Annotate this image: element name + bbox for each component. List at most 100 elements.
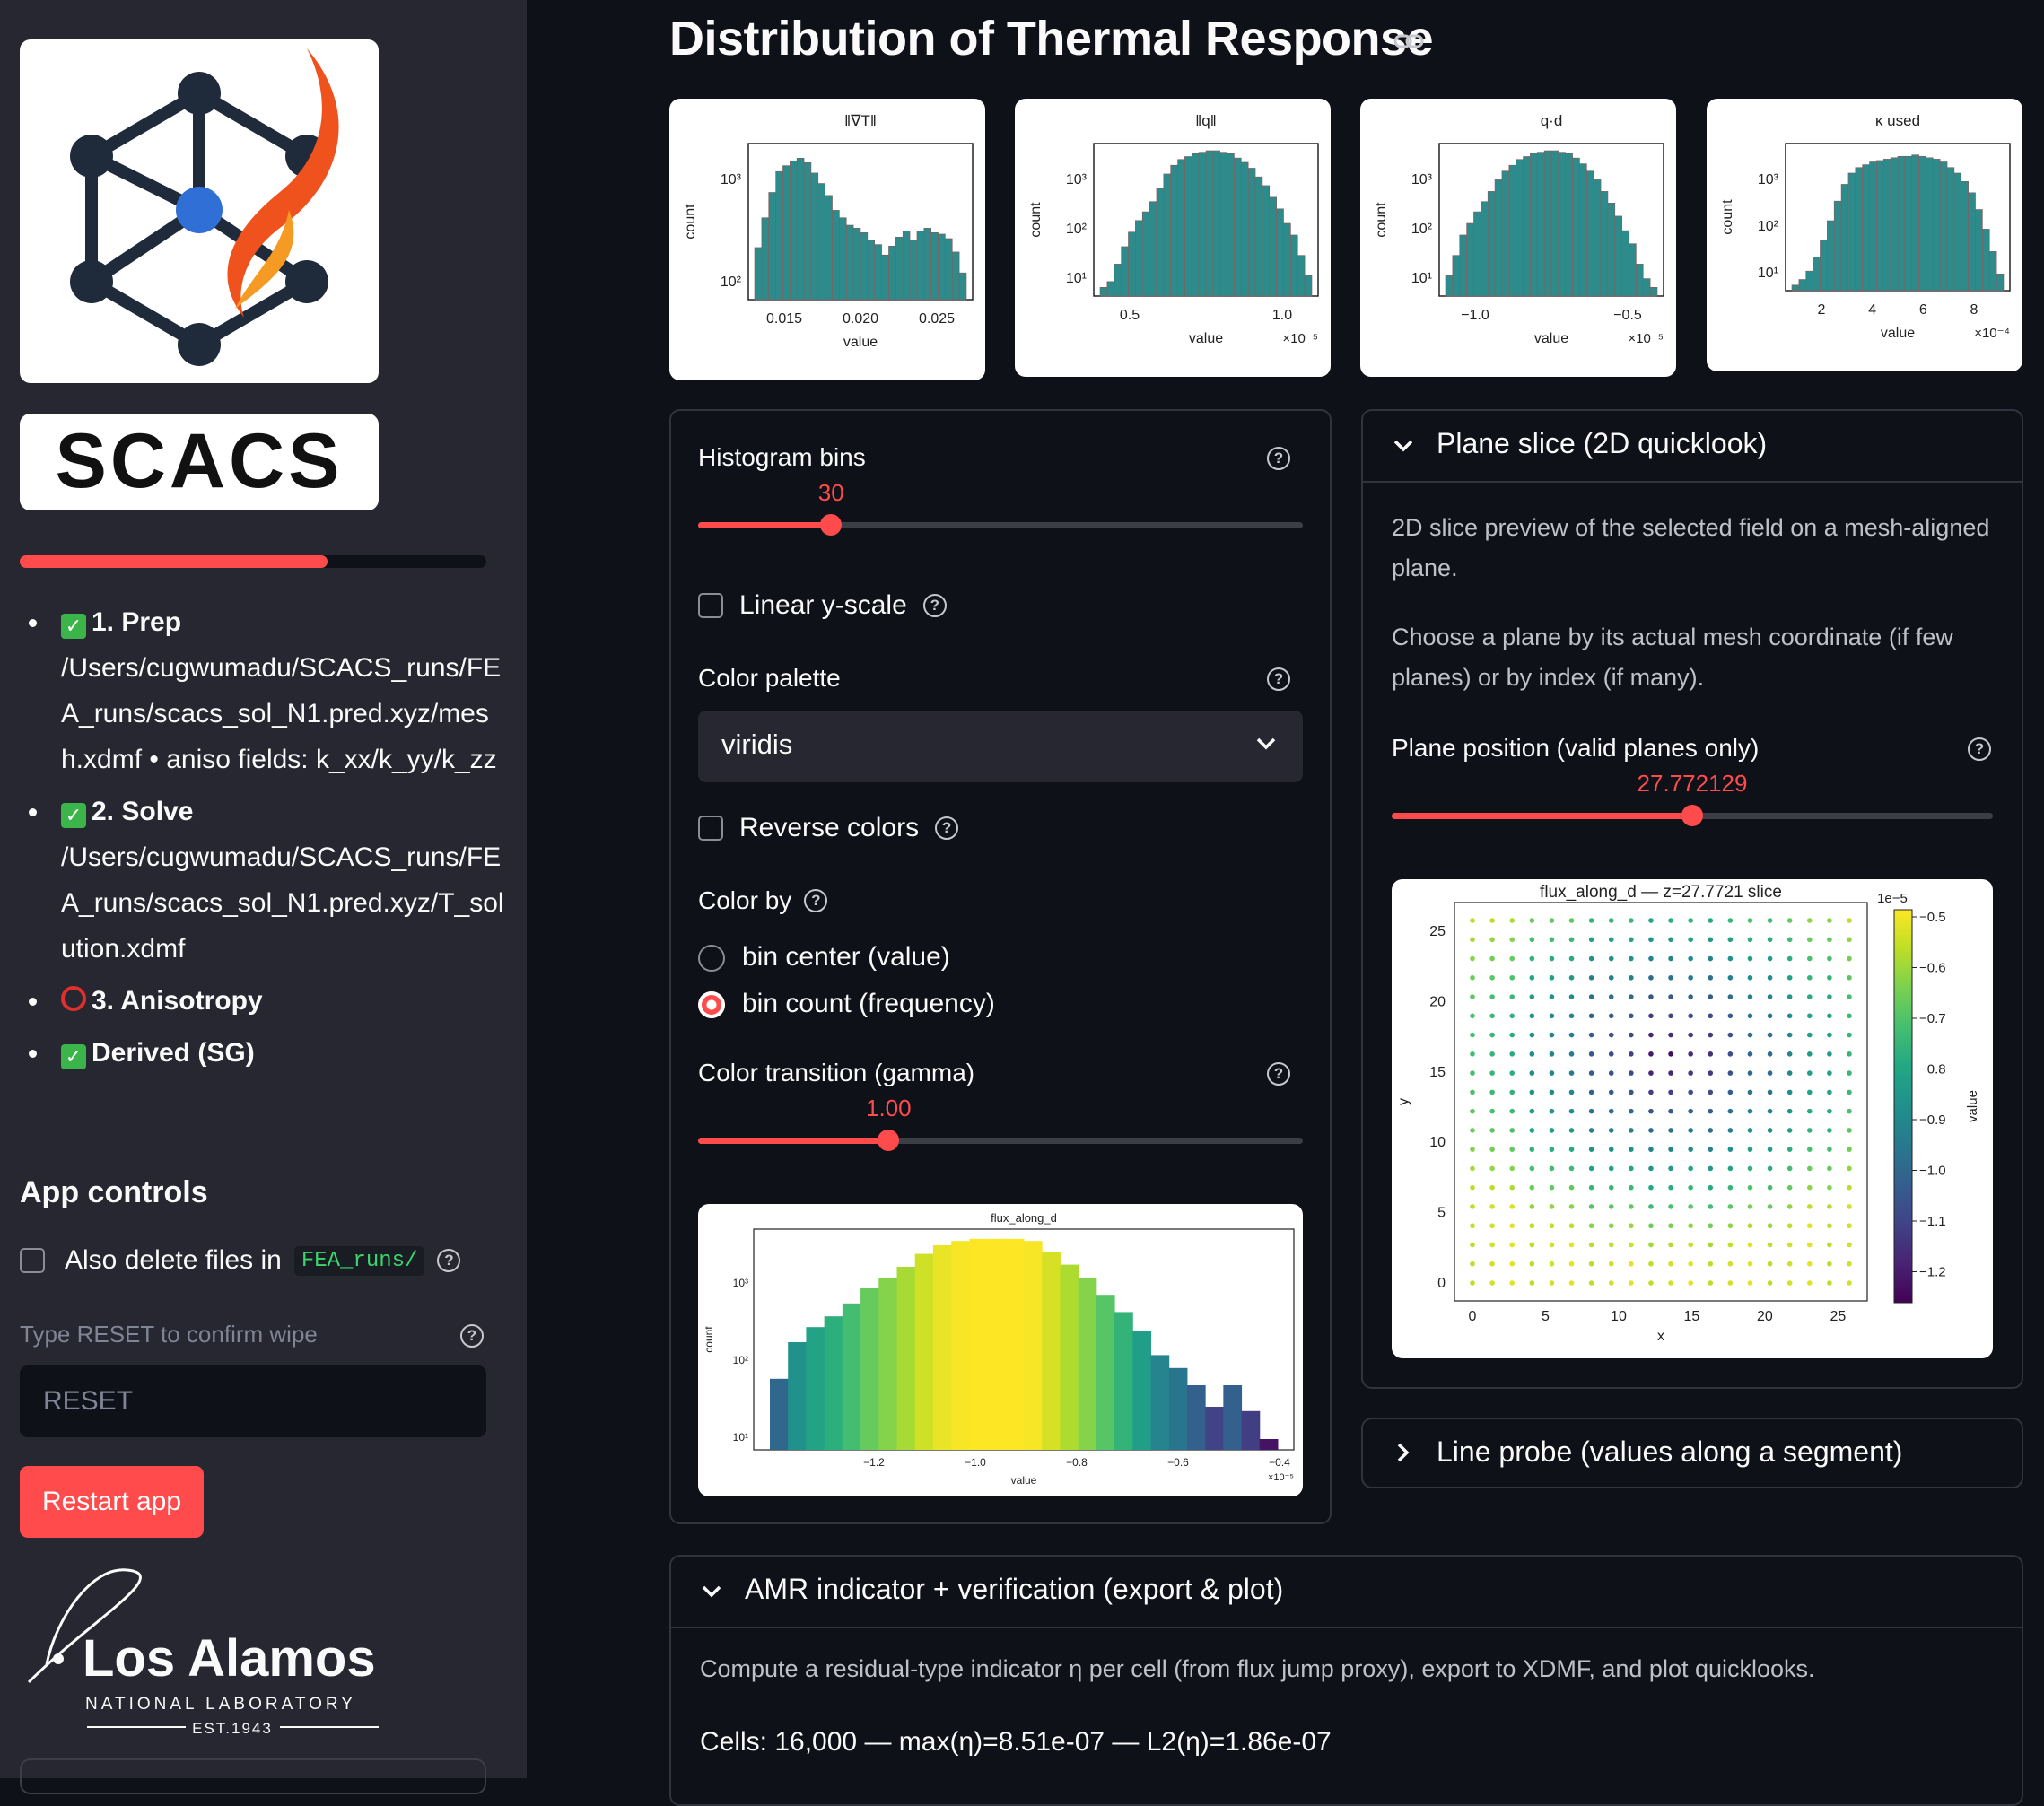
histogram-bar [782,165,791,301]
slice-point [1786,1147,1793,1152]
reverse-colors-checkbox[interactable] [698,816,723,841]
slice-point [1786,1204,1793,1209]
slice-point [1847,1165,1852,1172]
slice-point [1549,1051,1555,1057]
help-icon[interactable]: ? [1267,447,1290,470]
slice-point [1509,1070,1516,1076]
slice-point [1847,1108,1852,1114]
slice-point [1767,955,1773,962]
confirm-reset-field[interactable] [20,1365,486,1437]
slice-point [1806,1147,1813,1152]
help-icon[interactable]: ? [922,594,947,617]
histogram-bar [1106,281,1115,297]
slice-point [1747,1070,1753,1076]
slice-point [1767,1242,1773,1248]
amr-header[interactable]: AMR indicator + verification (export & p… [671,1557,2022,1628]
slice-point [1470,1013,1475,1019]
slice-point [1668,1184,1673,1191]
slice-point [1489,1261,1495,1267]
slice-point [1708,1051,1714,1057]
x-tick-label: 0.015 [766,311,802,327]
restart-app-button[interactable]: Restart app [20,1466,204,1538]
linear-yscale-checkbox[interactable] [698,593,723,618]
slice-point [1747,1165,1753,1172]
bins-slider-fill [698,522,832,528]
histogram-bar [1926,157,1934,292]
help-icon[interactable]: ? [1267,667,1290,691]
slice-point [1847,1089,1852,1095]
molecule-flame-icon [70,48,339,366]
histogram-bar [825,195,833,301]
slice-point [1668,1165,1673,1172]
histogram-title: ‖q‖ [1195,112,1217,129]
help-icon[interactable]: ? [437,1249,461,1272]
plot-frame [1454,902,1868,1302]
histogram-bar [1005,1238,1025,1450]
histogram-bar [1114,1312,1133,1450]
delete-files-checkbox[interactable] [20,1248,45,1273]
y-tick-label: 10² [1066,222,1088,237]
slice-point [1568,1089,1575,1095]
slice-point [1708,1108,1714,1114]
slice-point [1688,1089,1693,1095]
line-probe-expander[interactable]: Line probe (values along a segment) [1361,1418,2023,1488]
slice-point [1489,937,1495,943]
histogram-bar [1121,246,1129,297]
slice-point [1708,974,1714,981]
histogram-bar [1241,161,1249,297]
slice-point [1806,1070,1813,1076]
histogram-bar [1827,220,1835,292]
slice-point [1549,1128,1555,1133]
help-icon[interactable]: ? [1968,737,1991,761]
slice-point [1629,1280,1634,1286]
slice-point [1629,974,1634,981]
slice-point [1529,1204,1535,1209]
y-axis-label: count [1028,202,1044,238]
anchor-link-icon[interactable] [1393,31,1425,52]
slice-point [1847,1128,1852,1133]
colorby-radio-value[interactable] [698,945,725,972]
gamma-slider[interactable] [698,1130,1303,1151]
slice-point [1727,1165,1734,1172]
slice-point [1847,937,1852,943]
slice-point [1688,1204,1693,1209]
slice-point [1529,1013,1535,1019]
help-icon[interactable]: ? [935,816,959,840]
colorby-radio-count[interactable] [698,991,725,1018]
histogram-bar [1975,209,1983,292]
bins-slider[interactable] [698,514,1303,536]
confirm-reset-input[interactable] [20,1365,486,1437]
x-tick-label: 15 [1684,1309,1700,1324]
plane-position-slider[interactable] [1392,805,1993,826]
slice-point [1708,918,1714,923]
lanl-est: EST.1943 [192,1720,273,1736]
histogram-bar [1487,191,1496,297]
plane-slider-thumb[interactable] [1681,805,1703,826]
slice-point [1608,955,1614,962]
help-icon[interactable]: ? [1267,1062,1290,1086]
slice-point [1688,1070,1693,1076]
gamma-slider-thumb[interactable] [878,1130,900,1151]
y-tick-label: 10³ [1758,172,1779,188]
slice-point [1470,994,1475,999]
slice-point [1648,1242,1654,1248]
linear-yscale-label: Linear y-scale [739,590,907,620]
plane-slice-header[interactable]: Plane slice (2D quicklook) [1363,411,2022,483]
colorbar-exponent: 1e−5 [1877,891,1908,906]
bins-slider-thumb[interactable] [820,514,843,536]
histogram-bar [817,183,825,301]
slice-point [1668,918,1673,923]
slice-point [1847,994,1852,999]
slice-point [1747,1089,1753,1095]
histogram-bar [1586,170,1594,297]
slice-point [1549,1147,1555,1152]
slice-point [1549,1184,1555,1191]
help-icon[interactable]: ? [804,889,828,912]
x-tick-label: −1.0 [965,1456,986,1469]
help-icon[interactable]: ? [460,1324,484,1348]
step-item: 3. Anisotropy [20,978,504,1024]
slice-point [1509,1242,1516,1248]
histogram-bar [1141,211,1150,297]
step-item: ✓ 2. Solve/Users/cugwumadu/SCACS_runs/FEA… [20,789,504,972]
palette-select[interactable]: viridis [698,711,1303,782]
